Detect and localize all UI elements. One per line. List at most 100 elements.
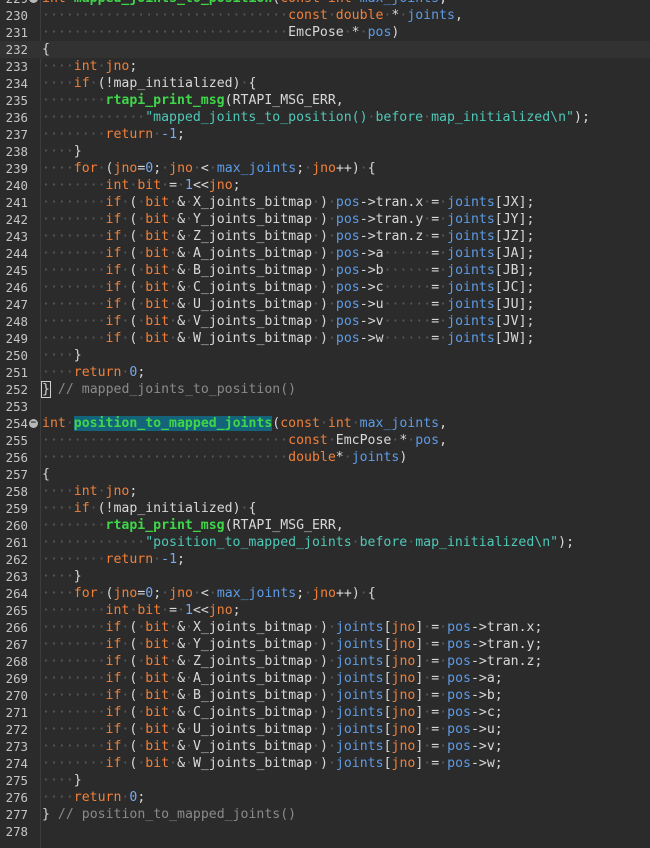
- code-token: joints: [335, 739, 384, 754]
- code-line[interactable]: 266 ········if·(·bit·&·X_joints_bitmap·)·…: [0, 619, 650, 636]
- code-line[interactable]: 269 ········if·(·bit·&·A_joints_bitmap·)·…: [0, 670, 650, 687]
- code-line[interactable]: 274 ········if·(·bit·&·W_joints_bitmap·)·…: [0, 755, 650, 772]
- code-text: {: [42, 41, 50, 58]
- code-line[interactable]: 250 ····}: [0, 347, 650, 364]
- code-line[interactable]: 267 ········if·(·bit·&·Y_joints_bitmap·)·…: [0, 636, 650, 653]
- code-line[interactable]: 241 ········if·(·bit·&·X_joints_bitmap·)·…: [0, 194, 650, 211]
- code-editor[interactable]: 229−int·mapped_joints_to_position(const·…: [0, 0, 650, 848]
- code-line[interactable]: 238 ····}: [0, 143, 650, 160]
- code-token: ·: [312, 756, 321, 771]
- code-token: ·: [185, 212, 193, 227]
- code-line[interactable]: 232 {: [0, 41, 650, 58]
- code-token: ·: [153, 552, 162, 567]
- code-token: pos: [447, 620, 471, 635]
- code-token: position_to_mapped_joints(): [81, 807, 297, 822]
- line-number: 238: [5, 144, 28, 159]
- code-token: W_joints_bitmap: [192, 756, 313, 771]
- code-line[interactable]: 278: [0, 823, 650, 840]
- code-line[interactable]: 271 ········if·(·bit·&·C_joints_bitmap·)·…: [0, 704, 650, 721]
- code-line[interactable]: 233 ····int·jno;: [0, 58, 650, 75]
- code-token: ;: [153, 586, 162, 601]
- code-token: joints: [407, 8, 455, 23]
- code-token: ········: [42, 603, 106, 618]
- code-line[interactable]: 243 ········if·(·bit·&·Z_joints_bitmap·)·…: [0, 228, 650, 245]
- code-line[interactable]: 258 ····int·jno;: [0, 483, 650, 500]
- code-token: ·: [343, 450, 352, 465]
- code-token: C_joints_bitmap: [192, 280, 313, 295]
- code-token: ········: [42, 637, 106, 652]
- code-token: ·: [312, 620, 321, 635]
- code-token: //: [57, 807, 74, 822]
- code-line[interactable]: 239 ····for·(jno=0;·jno·<·max_joints;·jno…: [0, 160, 650, 177]
- code-token: if: [105, 246, 122, 261]
- code-line[interactable]: 268 ········if·(·bit·&·Z_joints_bitmap·)·…: [0, 653, 650, 670]
- code-line[interactable]: 253: [0, 398, 650, 415]
- code-line[interactable]: 272 ········if·(·bit·&·U_joints_bitmap·)·…: [0, 721, 650, 738]
- code-text: ········if·(·bit·&·X_joints_bitmap·)·pos…: [42, 194, 534, 211]
- code-token: ·: [439, 705, 448, 720]
- code-line[interactable]: 229− int·mapped_joints_to_position(const·…: [0, 0, 650, 7]
- code-token: ·: [177, 178, 185, 193]
- code-line[interactable]: 235 ········rtapi_print_msg(RTAPI_MSG_ERR…: [0, 92, 650, 109]
- code-token: =: [431, 722, 440, 737]
- code-token: (RTAPI_MSG_ERR,: [224, 518, 344, 533]
- code-token: ): [320, 314, 328, 329]
- code-line[interactable]: 276 ····return·0;: [0, 789, 650, 806]
- code-line[interactable]: 240 ········int·bit·=·1<<jno;: [0, 177, 650, 194]
- code-line[interactable]: 247 ········if·(·bit·&·U_joints_bitmap·)·…: [0, 296, 650, 313]
- code-line[interactable]: 262 ········return·-1;: [0, 551, 650, 568]
- code-line[interactable]: 264 ····for·(jno=0;·jno·<·max_joints;·jno…: [0, 585, 650, 602]
- code-token: ·: [312, 654, 321, 669]
- code-line[interactable]: 251 ····return·0;: [0, 364, 650, 381]
- code-token: max_joints: [359, 416, 440, 431]
- code-line[interactable]: 249 ········if·(·bit·&·W_joints_bitmap·)·…: [0, 330, 650, 347]
- code-token: [JV];: [494, 314, 535, 329]
- code-token: ·: [312, 195, 321, 210]
- code-line[interactable]: 277} // position_to_mapped_joints(): [0, 806, 650, 823]
- code-token: A_joints_bitmap: [192, 246, 313, 261]
- code-line[interactable]: 257 {: [0, 466, 650, 483]
- line-number: 232: [5, 42, 28, 57]
- code-line[interactable]: 252} // mapped_joints_to_position(): [0, 381, 650, 398]
- code-token: ·: [327, 314, 336, 329]
- code-token: ····: [42, 569, 74, 584]
- code-line[interactable]: 245 ········if·(·bit·&·B_joints_bitmap·)·…: [0, 262, 650, 279]
- fold-toggle-icon[interactable]: −: [29, 419, 38, 428]
- code-token: if: [105, 637, 122, 652]
- code-line[interactable]: 244 ········if·(·bit·&·A_joints_bitmap·)·…: [0, 245, 650, 262]
- code-line[interactable]: 265 ········int·bit·=·1<<jno;: [0, 602, 650, 619]
- code-line[interactable]: 237 ········return·-1;: [0, 126, 650, 143]
- code-line[interactable]: 231 ·······························EmcPos…: [0, 24, 650, 41]
- code-line[interactable]: 275 ····}: [0, 772, 650, 789]
- line-number: 249: [5, 331, 28, 346]
- code-line[interactable]: 261 ·············"position_to_mapped_join…: [0, 534, 650, 551]
- code-line[interactable]: 246 ········if·(·bit·&·C_joints_bitmap·)·…: [0, 279, 650, 296]
- code-line[interactable]: 242 ········if·(·bit·&·Y_joints_bitmap·)·…: [0, 211, 650, 228]
- code-lines[interactable]: 229−int·mapped_joints_to_position(const·…: [0, 0, 650, 840]
- code-line[interactable]: 236 ·············"mapped_joints_to_positi…: [0, 109, 650, 126]
- code-line[interactable]: 260 ········rtapi_print_msg(RTAPI_MSG_ERR…: [0, 517, 650, 534]
- code-line[interactable]: 273 ········if·(·bit·&·V_joints_bitmap·)·…: [0, 738, 650, 755]
- code-token: ·: [169, 212, 178, 227]
- code-line[interactable]: 255 ·······························const·…: [0, 432, 650, 449]
- code-token: ·: [185, 331, 193, 346]
- code-token: ++): [335, 586, 360, 601]
- code-line[interactable]: 256 ·······························double…: [0, 449, 650, 466]
- code-text: ····for·(jno=0;·jno·<·max_joints;·jno++)…: [42, 160, 376, 177]
- code-token: ·: [169, 722, 178, 737]
- code-token: ·: [312, 705, 321, 720]
- code-line[interactable]: 254− int·position_to_mapped_joints(const·…: [0, 415, 650, 432]
- code-line[interactable]: 263 ····}: [0, 568, 650, 585]
- code-text: ········if·(·bit·&·X_joints_bitmap·)·joi…: [42, 619, 542, 636]
- line-number: 270: [5, 688, 28, 703]
- code-line[interactable]: 234 ····if·(!map_initialized)·{: [0, 75, 650, 92]
- code-line[interactable]: 230 ·······························const·…: [0, 7, 650, 24]
- code-token: ········: [42, 263, 106, 278]
- fold-toggle-icon[interactable]: −: [29, 0, 38, 3]
- code-line[interactable]: 259 ····if·(!map_initialized)·{: [0, 500, 650, 517]
- code-line[interactable]: 248 ········if·(·bit·&·V_joints_bitmap·)·…: [0, 313, 650, 330]
- code-token: &: [177, 671, 186, 686]
- code-line[interactable]: 270 ········if·(·bit·&·B_joints_bitmap·)·…: [0, 687, 650, 704]
- line-number: 278: [5, 824, 28, 839]
